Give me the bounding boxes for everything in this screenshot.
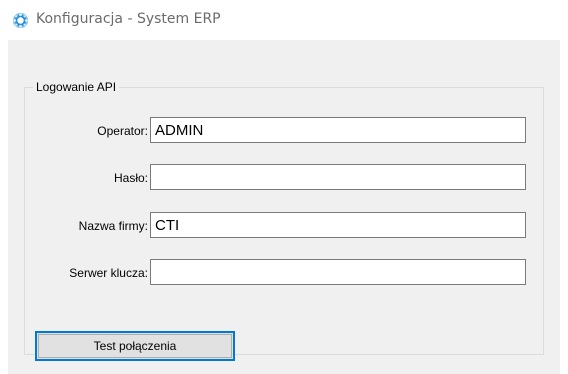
title-bar: Konfiguracja - System ERP (0, 0, 568, 40)
password-label: Hasło: (113, 171, 148, 185)
operator-input[interactable] (150, 117, 526, 143)
test-connection-label: Test połączenia (38, 334, 232, 358)
operator-label: Operator: (97, 124, 148, 138)
app-gear-icon (12, 12, 29, 29)
company-name-input[interactable] (150, 212, 526, 238)
groupbox-title: Logowanie API (33, 80, 120, 94)
password-input[interactable] (150, 164, 526, 190)
test-connection-button[interactable]: Test połączenia (35, 331, 235, 361)
key-server-label: Serwer klucza: (69, 266, 148, 280)
window-title: Konfiguracja - System ERP (36, 11, 221, 27)
key-server-input[interactable] (150, 259, 526, 285)
company-name-label: Nazwa firmy: (78, 219, 148, 233)
